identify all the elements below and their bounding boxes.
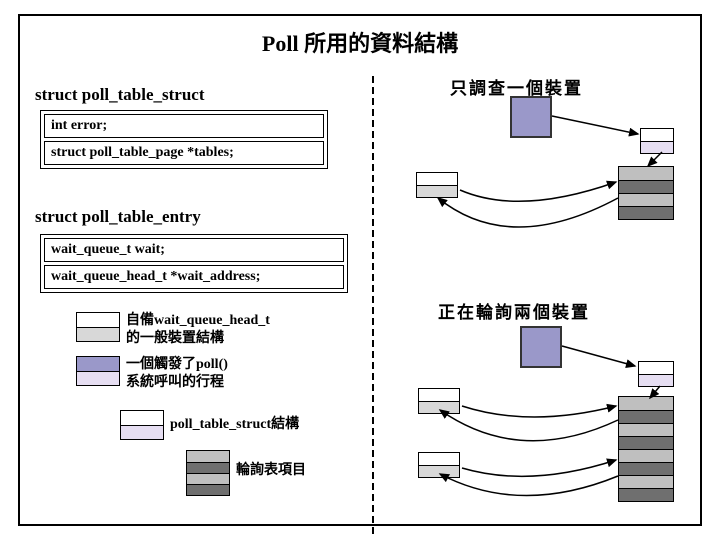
vertical-divider [372,76,374,524]
struct1-heading: struct poll_table_struct [32,84,208,106]
struct1-field-1: struct poll_table_page *tables; [44,141,324,165]
legend-text-3: 輪詢表項目 [236,450,306,480]
legend-row-1: 一個觸發了poll()系統呼叫的行程 [76,356,228,392]
diagram-frame: Poll 所用的資料結構 struct poll_table_struct in… [18,14,702,526]
struct1-box: int error; struct poll_table_page *table… [40,110,328,169]
legend-text-1: 一個觸發了poll()系統呼叫的行程 [126,356,228,392]
diagram-title: Poll 所用的資料結構 [20,26,700,58]
legend-text-2: poll_table_struct結構 [170,410,299,434]
arrows-single [400,86,700,256]
legend-swatch-0 [76,312,120,342]
legend-swatch-1 [76,356,120,386]
legend-swatch-2 [120,410,164,440]
legend-row-2: poll_table_struct結構 [120,410,299,440]
struct2-box: wait_queue_t wait; wait_queue_head_t *wa… [40,234,348,293]
struct2-heading: struct poll_table_entry [32,206,204,228]
legend-row-3: 輪詢表項目 [186,450,306,496]
legend-row-0: 自備wait_queue_head_t的一般裝置結構 [76,312,270,348]
arrows-multi [400,316,700,516]
legend-swatch-3 [186,450,230,496]
struct1-field-0: int error; [44,114,324,138]
struct2-field-1: wait_queue_head_t *wait_address; [44,265,344,289]
legend-text-0: 自備wait_queue_head_t的一般裝置結構 [126,312,270,348]
struct2-field-0: wait_queue_t wait; [44,238,344,262]
